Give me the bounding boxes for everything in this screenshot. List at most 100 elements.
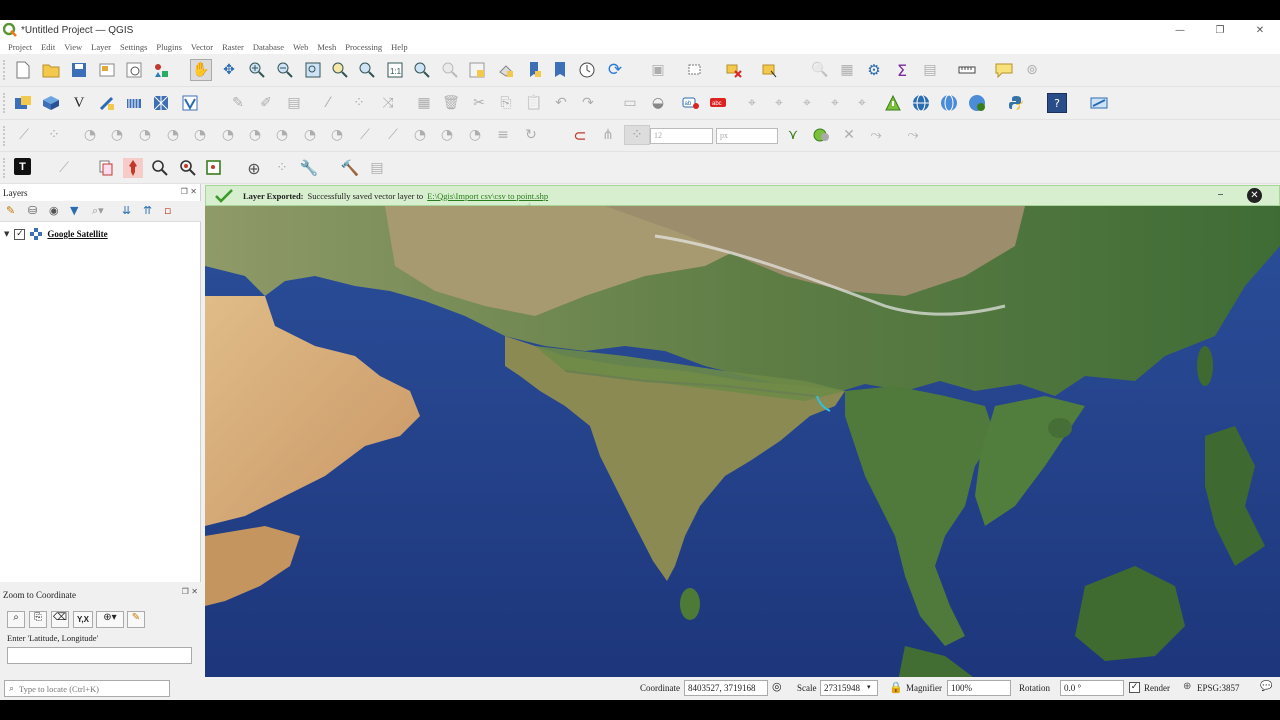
advanced-digitize-icon[interactable]: ⟋ [14, 125, 34, 145]
scale-feature-icon[interactable]: ◔ [107, 125, 127, 145]
xy-tools-icon[interactable]: ⁘ [272, 158, 292, 178]
menu-edit[interactable]: Edit [41, 42, 55, 52]
gdal-warning-icon[interactable] [883, 93, 903, 113]
statistics-sigma-icon[interactable]: Σ [892, 60, 912, 80]
temporal-controller-icon[interactable] [577, 60, 597, 80]
menu-project[interactable]: Project [8, 42, 32, 52]
minimize-button[interactable]: — [1160, 20, 1200, 40]
select-by-expression-icon[interactable] [760, 60, 780, 80]
filter-expression-icon[interactable]: ⌕▾ [92, 204, 104, 218]
snapping-mode-icon[interactable]: ⋔ [598, 125, 618, 145]
tt-plugin-icon[interactable]: T [14, 158, 31, 175]
zoom-dock-buttons[interactable]: ❐ ✕ [182, 587, 198, 596]
maximize-button[interactable]: ❐ [1200, 20, 1240, 40]
filter-legend-icon[interactable]: ▼ [70, 204, 78, 217]
fill-ring-icon[interactable]: ◔ [218, 125, 238, 145]
close-message-icon[interactable]: ✕ [1247, 188, 1262, 203]
zoom-native-icon[interactable]: 1:1 [385, 60, 405, 80]
reshape-features-icon[interactable]: ◔ [300, 125, 320, 145]
crs-label[interactable]: EPSG:3857 [1197, 683, 1240, 693]
menu-help[interactable]: Help [391, 42, 408, 52]
deselect-icon[interactable] [724, 60, 744, 80]
coordinate-capture-icon[interactable] [1089, 93, 1109, 113]
avoid-overlap-icon[interactable] [811, 125, 831, 145]
data-source-manager-icon[interactable] [13, 93, 33, 113]
hammer-tool-icon[interactable]: 🔨 [340, 158, 360, 178]
menu-database[interactable]: Database [253, 42, 284, 52]
zoom-to-extent-icon[interactable] [205, 158, 225, 178]
close-window-button[interactable]: ✕ [1240, 20, 1280, 40]
help-contents-icon[interactable]: ? [1047, 93, 1067, 113]
zoom-to-layer-icon[interactable] [357, 60, 377, 80]
delete-ring-icon[interactable]: ◔ [245, 125, 265, 145]
split-parts-icon[interactable]: ◔ [437, 125, 457, 145]
locator-search[interactable]: ⌕ Type to locate (Ctrl+K) [4, 680, 170, 697]
measure-area-icon[interactable]: ▤ [920, 60, 940, 80]
trim-extend-icon[interactable]: ⟋ [383, 125, 403, 145]
new-map-view-icon[interactable] [467, 60, 487, 80]
merge-features-icon[interactable]: ◔ [465, 125, 485, 145]
add-mesh-layer-icon[interactable] [151, 93, 171, 113]
move-feature-icon[interactable]: ⁘ [44, 125, 64, 145]
misc-tool-icon[interactable]: ▤ [367, 158, 387, 178]
show-hide-labels-icon[interactable]: ⌖ [769, 93, 789, 113]
message-details-icon[interactable]: ⎯ [1218, 189, 1223, 200]
simplify-feature-icon[interactable]: ◔ [135, 125, 155, 145]
map-canvas[interactable] [205, 206, 1280, 696]
paste-features-icon[interactable]: 📋 [524, 93, 544, 113]
layout-manager-icon[interactable] [124, 60, 144, 80]
map-tips-icon[interactable] [994, 60, 1014, 80]
zoom-to-point-icon[interactable] [178, 158, 198, 178]
label-tool-icon[interactable]: ▭ [620, 93, 640, 113]
toolbox-gear-icon[interactable]: ⚙ [864, 60, 884, 80]
edit-pencil-icon[interactable]: ✎ [228, 93, 248, 113]
pan-to-selection-icon[interactable]: ✥ [219, 60, 239, 80]
toggle-editing-icon[interactable]: ✐ [256, 93, 276, 113]
crs-globe-dropdown-icon[interactable]: ⊕▾ [96, 611, 124, 628]
identify-select-icon[interactable]: ▣ [648, 60, 668, 80]
rotation-value[interactable]: 0.0 ° [1060, 680, 1124, 696]
menu-processing[interactable]: Processing [345, 42, 382, 52]
tracing-icon[interactable]: ⤳ [866, 125, 886, 145]
digitize-shape-icon[interactable]: ⟋ [54, 158, 74, 178]
vertex-tool-icon[interactable]: ⁘ [349, 93, 369, 113]
zoom-full-icon[interactable] [303, 60, 323, 80]
zoom-next-icon[interactable] [440, 60, 460, 80]
copy-map-icon[interactable] [96, 158, 116, 178]
globe-plugin-icon[interactable] [911, 93, 931, 113]
open-styling-icon[interactable]: ✎ [6, 204, 15, 217]
crs-globe-icon[interactable]: ⊕ [1183, 681, 1191, 692]
coordinate-value[interactable]: 8403527, 3719168 [684, 680, 768, 696]
collapse-all-icon[interactable]: ⇈ [143, 204, 152, 217]
open-project-icon[interactable] [41, 60, 61, 80]
measure-line-icon[interactable] [957, 60, 977, 80]
coord-settings-wrench-icon[interactable]: ✎ [127, 611, 145, 628]
zoom-last-icon[interactable] [412, 60, 432, 80]
magnifier-value[interactable]: 100% [947, 680, 1011, 696]
label-toolbar-icon[interactable]: ◒ [648, 93, 668, 113]
change-label-icon[interactable]: ⌖ [852, 93, 872, 113]
merge-attributes-icon[interactable]: ≡ [493, 125, 513, 145]
self-snapping-icon[interactable]: ✕ [839, 125, 859, 145]
yx-order-button[interactable]: Y,X [73, 611, 93, 628]
menu-vector[interactable]: Vector [191, 42, 213, 52]
new-project-icon[interactable] [13, 60, 33, 80]
delete-selected-icon[interactable]: 🗑 [441, 93, 461, 113]
scale-dropdown-icon[interactable]: ▾ [867, 683, 871, 691]
layer-visibility-checkbox[interactable]: ✓ [14, 228, 26, 240]
menu-layer[interactable]: Layer [91, 42, 111, 52]
new-geopackage-icon[interactable] [41, 93, 61, 113]
layers-dock-buttons[interactable]: ❐ ✕ [181, 187, 197, 196]
snapping-tolerance-input[interactable]: 12 [650, 128, 713, 144]
redo-icon[interactable]: ↷ [578, 93, 598, 113]
show-bookmarks-icon[interactable] [550, 60, 570, 80]
settings-wrench-icon[interactable]: 🔧 [299, 158, 319, 178]
python-console-icon[interactable] [1006, 93, 1026, 113]
new-bookmark-icon[interactable] [524, 60, 544, 80]
clear-coord-icon[interactable]: ⌫ [51, 611, 69, 628]
offset-curve-icon[interactable]: ◔ [327, 125, 347, 145]
web-service-icon[interactable] [939, 93, 959, 113]
refresh-icon[interactable]: ⟳ [605, 60, 625, 80]
message-file-link[interactable]: E:\Qgis\Import csv\csv to point.shp [427, 191, 548, 201]
modify-attributes-icon[interactable]: ⤨ [378, 93, 398, 113]
